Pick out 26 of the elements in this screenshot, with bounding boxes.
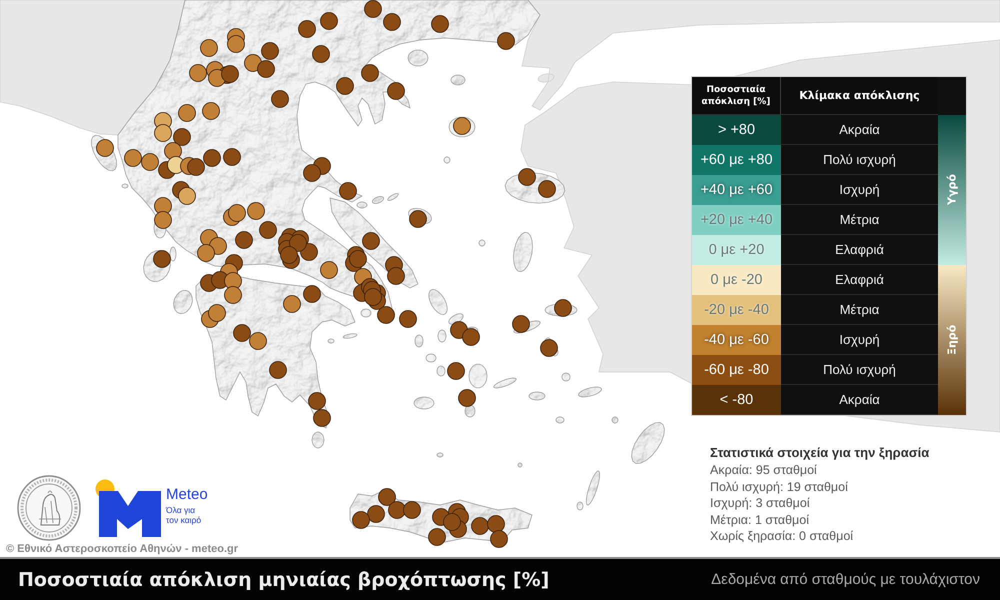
copyright-text: © Εθνικό Αστεροσκοπείο Αθηνών - meteo.gr — [6, 543, 238, 555]
stats-line: Χωρίς ξηρασία: 0 σταθμοί — [710, 528, 854, 544]
stats-title: Στατιστικά στοιχεία για την ξηρασία — [710, 445, 930, 460]
range-cell: -60 με -80 — [692, 355, 781, 385]
range-cell: -20 με -40 — [692, 295, 781, 325]
stats-line: Μέτρια: 1 σταθμοί — [710, 512, 810, 528]
column-header: Ποσοστιαία απόκλιση [%] — [692, 77, 781, 115]
logo-icon — [95, 479, 161, 537]
caption-title: Ποσοστιαία απόκλιση μηνιαίας βροχόπτωσης [%] — [18, 568, 550, 590]
range-cell: -40 με -60 — [692, 325, 781, 355]
range-cell: > +80 — [692, 115, 781, 145]
range-cell: +40 με +60 — [692, 175, 781, 205]
stats-line: Ακραία: 95 σταθμοί — [710, 462, 818, 478]
stats-line: Πολύ ισχυρή: 19 σταθμοί — [710, 478, 849, 495]
range-cell: +20 με +40 — [692, 205, 781, 235]
group-band: Υγρό — [938, 115, 966, 265]
range-cell: +60 με +80 — [692, 145, 781, 175]
range-cell: < -80 — [692, 385, 781, 415]
range-cell: 0 με +20 — [692, 235, 781, 265]
seal-icon — [17, 475, 81, 541]
brand-name: Meteo — [166, 486, 208, 503]
range-cell: 0 με -20 — [692, 265, 781, 295]
caption-note: Δεδομένα από σταθμούς με τουλάχιστον — [711, 571, 980, 588]
tagline: Όλα για τον καιρό — [166, 505, 202, 525]
stats-line: Ισχυρή: 3 σταθμοί — [710, 495, 811, 512]
group-band: Ξηρό — [938, 265, 966, 415]
